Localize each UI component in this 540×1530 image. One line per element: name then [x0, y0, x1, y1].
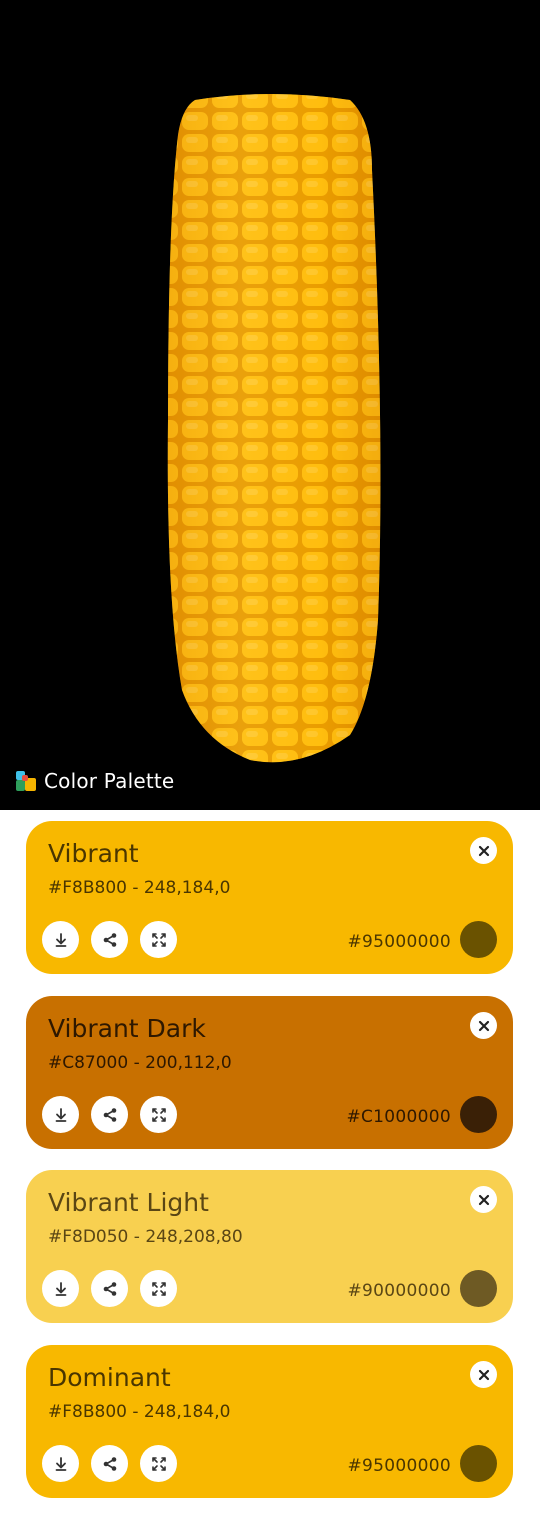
color-swatch[interactable] — [460, 1445, 497, 1482]
share-icon[interactable] — [91, 1445, 128, 1482]
card-title: Vibrant Dark — [48, 1014, 206, 1043]
palette-logo-icon — [14, 769, 38, 793]
card-color-values: #F8D050 - 248,208,80 — [48, 1227, 243, 1247]
card-title: Vibrant Light — [48, 1188, 209, 1217]
share-icon[interactable] — [91, 921, 128, 958]
palette-card-vibrant: Vibrant #F8B800 - 248,184,0 #95000000 — [26, 821, 513, 974]
card-color-values: #C87000 - 200,112,0 — [48, 1053, 232, 1073]
app-brand: Color Palette — [14, 768, 174, 794]
color-swatch[interactable] — [460, 1096, 497, 1133]
palette-card-vibrant-dark: Vibrant Dark #C87000 - 200,112,0 #C10000… — [26, 996, 513, 1149]
overlay-hex: #C1000000 — [346, 1107, 451, 1127]
color-swatch[interactable] — [460, 921, 497, 958]
overlay-hex: #95000000 — [347, 932, 451, 952]
expand-icon[interactable] — [140, 921, 177, 958]
download-icon[interactable] — [42, 1270, 79, 1307]
expand-icon[interactable] — [140, 1096, 177, 1133]
expand-icon[interactable] — [140, 1445, 177, 1482]
close-icon[interactable] — [470, 1186, 497, 1213]
card-color-values: #F8B800 - 248,184,0 — [48, 1402, 231, 1422]
app-title: Color Palette — [44, 769, 175, 793]
card-title: Dominant — [48, 1363, 171, 1392]
expand-icon[interactable] — [140, 1270, 177, 1307]
download-icon[interactable] — [42, 1096, 79, 1133]
card-title: Vibrant — [48, 839, 139, 868]
corn-cob-image — [167, 94, 381, 763]
share-icon[interactable] — [91, 1096, 128, 1133]
overlay-hex: #90000000 — [347, 1281, 451, 1301]
palette-card-vibrant-light: Vibrant Light #F8D050 - 248,208,80 #9000… — [26, 1170, 513, 1323]
card-color-values: #F8B800 - 248,184,0 — [48, 878, 231, 898]
color-swatch[interactable] — [460, 1270, 497, 1307]
photo-preview: Color Palette — [0, 0, 540, 810]
close-icon[interactable] — [470, 1361, 497, 1388]
palette-card-dominant: Dominant #F8B800 - 248,184,0 #95000000 — [26, 1345, 513, 1498]
close-icon[interactable] — [470, 1012, 497, 1039]
download-icon[interactable] — [42, 921, 79, 958]
close-icon[interactable] — [470, 837, 497, 864]
download-icon[interactable] — [42, 1445, 79, 1482]
overlay-hex: #95000000 — [347, 1456, 451, 1476]
share-icon[interactable] — [91, 1270, 128, 1307]
